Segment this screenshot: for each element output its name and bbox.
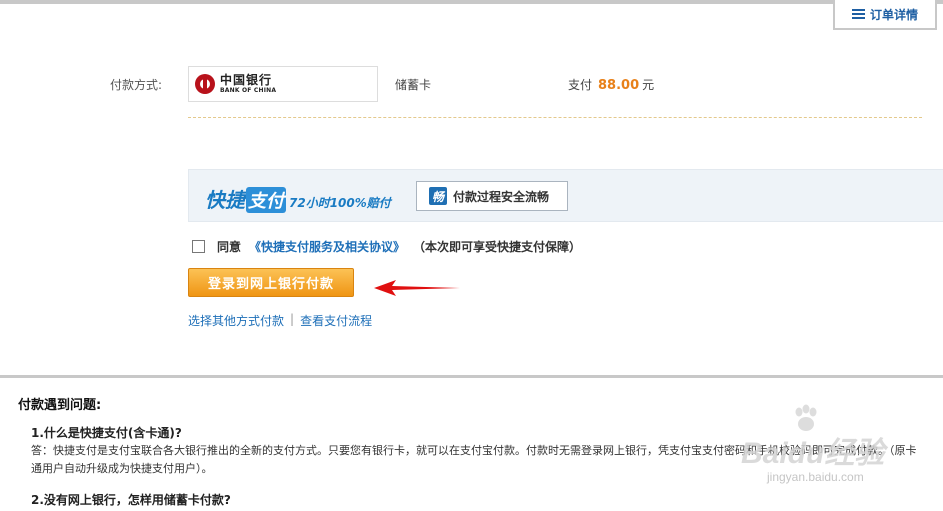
order-detail-label: 订单详情 <box>869 7 918 22</box>
bank-of-china-logo-icon <box>195 74 215 94</box>
other-method-link[interactable]: 选择其他方式付款 <box>188 312 284 329</box>
slogan-quick: 快捷 <box>205 188 245 212</box>
faq-question-1: 1.什么是快捷支付(含卡通)? <box>31 426 182 440</box>
agreement-row: 同意 《快捷支付服务及相关协议》 （本次即可享受快捷支付保障） <box>192 238 581 255</box>
slogan-pay: 支付 <box>246 187 286 213</box>
order-detail-tab[interactable]: 订单详情 <box>833 0 937 30</box>
quick-pay-slogan: 快捷 支付 72小时100%赔付 <box>205 184 391 213</box>
agreement-note: （本次即可享受快捷支付保障） <box>413 240 582 254</box>
help-title: 付款遇到问题: <box>18 398 102 413</box>
smooth-icon: 畅 <box>429 187 447 205</box>
currency: 元 <box>642 78 655 92</box>
quick-pay-banner: 快捷 支付 72小时100%赔付 畅 付款过程安全流畅 <box>188 169 943 222</box>
section-divider <box>0 375 943 378</box>
list-icon <box>851 9 865 19</box>
link-separator: | <box>290 312 295 326</box>
card-type: 储蓄卡 <box>395 78 432 92</box>
baidu-paw-icon <box>795 404 817 431</box>
safe-text: 付款过程安全流畅 <box>453 189 550 204</box>
agree-checkbox[interactable] <box>192 240 205 253</box>
amount-value: 88.00 <box>598 78 640 93</box>
bank-name: 中国银行 BANK OF CHINA <box>220 74 276 94</box>
safe-smooth-badge: 畅 付款过程安全流畅 <box>416 181 568 211</box>
bank-name-en: BANK OF CHINA <box>220 87 277 94</box>
slogan-guarantee: 72小时100%赔付 <box>289 196 391 210</box>
top-border <box>0 0 943 4</box>
alt-links: 选择其他方式付款 | 查看支付流程 <box>188 312 372 329</box>
bank-selector[interactable]: 中国银行 BANK OF CHINA <box>188 66 378 102</box>
faq-answer-1: 答：快捷支付是支付宝联合各大银行推出的全新的支付方式。只要您有银行卡，就可以在支… <box>31 444 917 475</box>
view-flow-link[interactable]: 查看支付流程 <box>300 312 372 329</box>
login-online-bank-pay-button[interactable]: 登录到网上银行付款 <box>188 268 354 297</box>
pay-amount: 支付 88.00 元 <box>568 76 654 93</box>
pay-prefix: 支付 <box>568 78 593 92</box>
divider <box>188 117 922 118</box>
faq-question-2: 2.没有网上银行，怎样用储蓄卡付款? <box>31 493 231 507</box>
payment-method-label: 付款方式: <box>110 78 163 92</box>
agreement-link[interactable]: 《快捷支付服务及相关协议》 <box>249 238 405 255</box>
red-arrow-icon <box>374 280 460 296</box>
agree-label: 同意 <box>217 240 242 254</box>
bank-name-cn: 中国银行 <box>220 73 273 87</box>
